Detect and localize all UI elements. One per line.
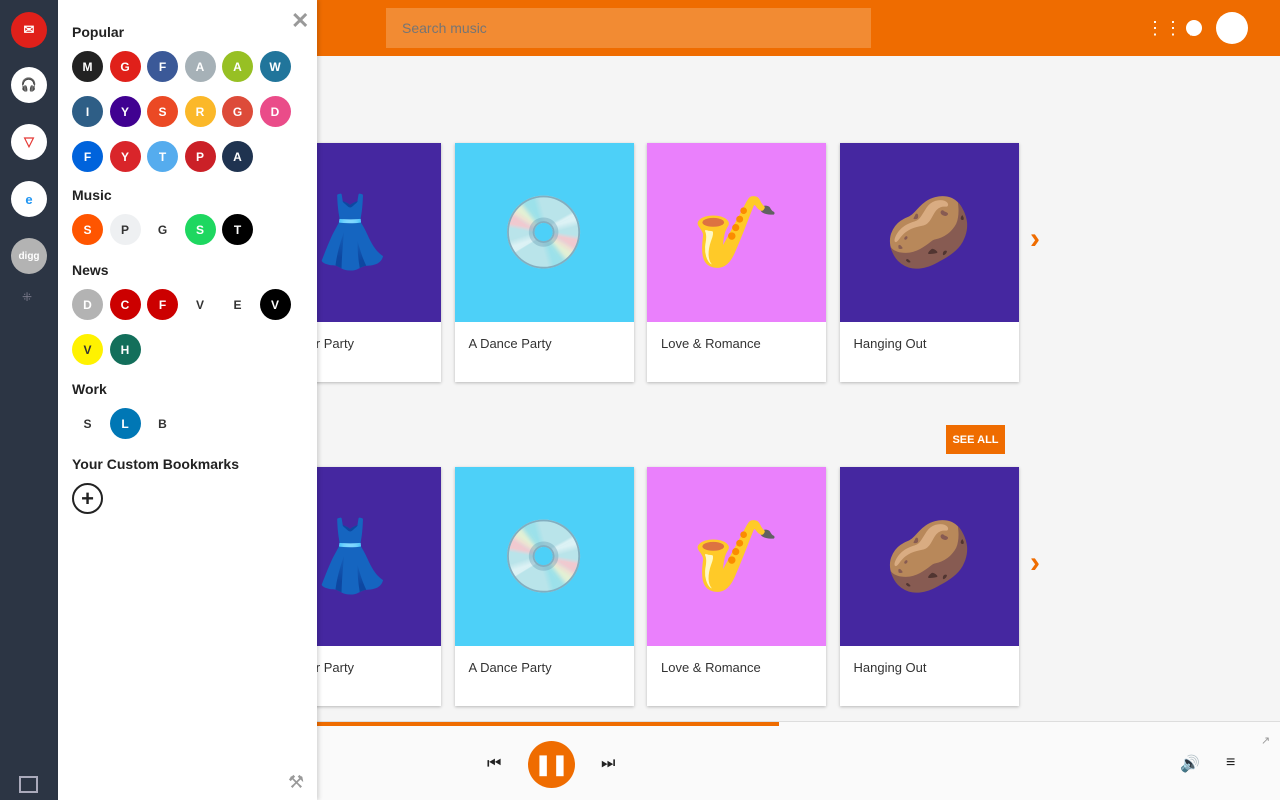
- digg-icon[interactable]: digg: [11, 238, 47, 274]
- android-icon[interactable]: A: [222, 51, 253, 82]
- rss-icon[interactable]: R: [184, 96, 216, 127]
- vice-icon[interactable]: V: [259, 289, 291, 320]
- linkedin-icon[interactable]: L: [109, 408, 141, 439]
- amazon-icon[interactable]: A: [222, 141, 253, 172]
- card-image: 🎷: [647, 467, 826, 646]
- gmail-icon[interactable]: G: [109, 51, 141, 82]
- flickr-icon[interactable]: F: [72, 141, 103, 172]
- verge-icon[interactable]: V: [184, 289, 216, 320]
- engadget-icon[interactable]: e: [11, 181, 47, 217]
- wordpress-icon[interactable]: W: [259, 51, 291, 82]
- verge-icon[interactable]: ▽: [11, 124, 47, 160]
- twitter-icon[interactable]: T: [147, 141, 178, 172]
- next-icon[interactable]: ⏭: [601, 755, 615, 773]
- queue-icon[interactable]: ≡: [1226, 754, 1235, 772]
- playlist-card[interactable]: 🥔 Hanging Out: [839, 143, 1019, 382]
- next-chevron-icon[interactable]: ›: [1030, 546, 1040, 580]
- card-image: 🥔: [839, 143, 1019, 322]
- section-title: Popular: [72, 24, 125, 40]
- stumbleupon-icon[interactable]: S: [147, 96, 178, 127]
- spotify-icon[interactable]: S: [184, 214, 216, 245]
- pause-button[interactable]: ❚❚: [528, 741, 575, 788]
- card-image: 💿: [454, 467, 634, 646]
- close-icon[interactable]: ✕: [291, 8, 309, 34]
- section-title: Music: [72, 187, 112, 203]
- instagram-icon[interactable]: I: [72, 96, 103, 127]
- section-title: News: [72, 262, 109, 278]
- search-input[interactable]: [386, 8, 871, 48]
- yahoo-icon[interactable]: Y: [109, 96, 141, 127]
- settings-tools-icon[interactable]: ⚒: [288, 772, 304, 793]
- slack-icon[interactable]: S: [72, 408, 103, 439]
- pinterest-icon[interactable]: P: [184, 141, 216, 172]
- bookmarks-drawer: ✕ Popular M G F A A W I Y S R G D F Y T P A Music S P G S T News…: [58, 0, 317, 800]
- engadget-icon[interactable]: E: [222, 289, 253, 320]
- volume-icon[interactable]: 🔊: [1180, 754, 1200, 774]
- huffpost-icon[interactable]: H: [109, 334, 141, 365]
- popout-icon[interactable]: ↗: [1261, 734, 1270, 747]
- youtube-icon[interactable]: Y: [109, 141, 141, 172]
- card-title: Love & Romance: [661, 336, 761, 351]
- facebook-icon[interactable]: F: [147, 51, 178, 82]
- apple-icon[interactable]: A: [184, 51, 216, 82]
- flipboard-icon[interactable]: F: [147, 289, 178, 320]
- gmail-icon[interactable]: ✉: [11, 12, 47, 48]
- card-title: Hanging Out: [853, 660, 927, 675]
- card-image: 💿: [454, 143, 634, 322]
- section-title: Work: [72, 381, 107, 397]
- playlist-card[interactable]: 🎷 Love & Romance: [647, 467, 826, 706]
- avatar[interactable]: [1216, 12, 1248, 44]
- headphones-icon[interactable]: 🎧: [11, 67, 47, 103]
- card-title: Hanging Out: [853, 336, 927, 351]
- card-title: A Dance Party: [468, 660, 552, 675]
- playlist-card[interactable]: 💿 A Dance Party: [454, 467, 634, 706]
- app-rail: ✉ 🎧 ▽ e digg ⁜: [0, 0, 58, 800]
- next-chevron-icon[interactable]: ›: [1030, 222, 1040, 256]
- playlist-card[interactable]: 🥔 Hanging Out: [839, 467, 1019, 706]
- see-all-button[interactable]: SEE ALL: [946, 425, 1005, 454]
- card-image: 🥔: [839, 467, 1019, 646]
- playlist-card[interactable]: 🎷 Love & Romance: [647, 143, 826, 382]
- add-bookmark-icon[interactable]: +: [72, 483, 103, 514]
- cnn-icon[interactable]: C: [109, 289, 141, 320]
- card-title: A Dance Party: [468, 336, 552, 351]
- basecamp-icon[interactable]: B: [147, 408, 178, 439]
- digg-icon[interactable]: D: [72, 289, 103, 320]
- logo-icon[interactable]: [19, 776, 38, 793]
- google-play-music-icon[interactable]: G: [147, 214, 178, 245]
- myfeed-icon[interactable]: M: [72, 51, 103, 82]
- section-title: Your Custom Bookmarks: [72, 456, 239, 472]
- card-image: 🎷: [647, 143, 826, 322]
- google-plus-icon[interactable]: G: [222, 96, 253, 127]
- card-title: Love & Romance: [661, 660, 761, 675]
- dribbble-icon[interactable]: D: [259, 96, 291, 127]
- previous-icon[interactable]: ⏮: [487, 755, 501, 773]
- notifications-icon[interactable]: [1186, 20, 1202, 36]
- pandora-icon[interactable]: P: [109, 214, 141, 245]
- vox-icon[interactable]: V: [72, 334, 103, 365]
- add-app-icon[interactable]: ⁜: [22, 290, 32, 304]
- soundcloud-icon[interactable]: S: [72, 214, 103, 245]
- tidal-icon[interactable]: T: [222, 214, 253, 245]
- playlist-card[interactable]: 💿 A Dance Party: [454, 143, 634, 382]
